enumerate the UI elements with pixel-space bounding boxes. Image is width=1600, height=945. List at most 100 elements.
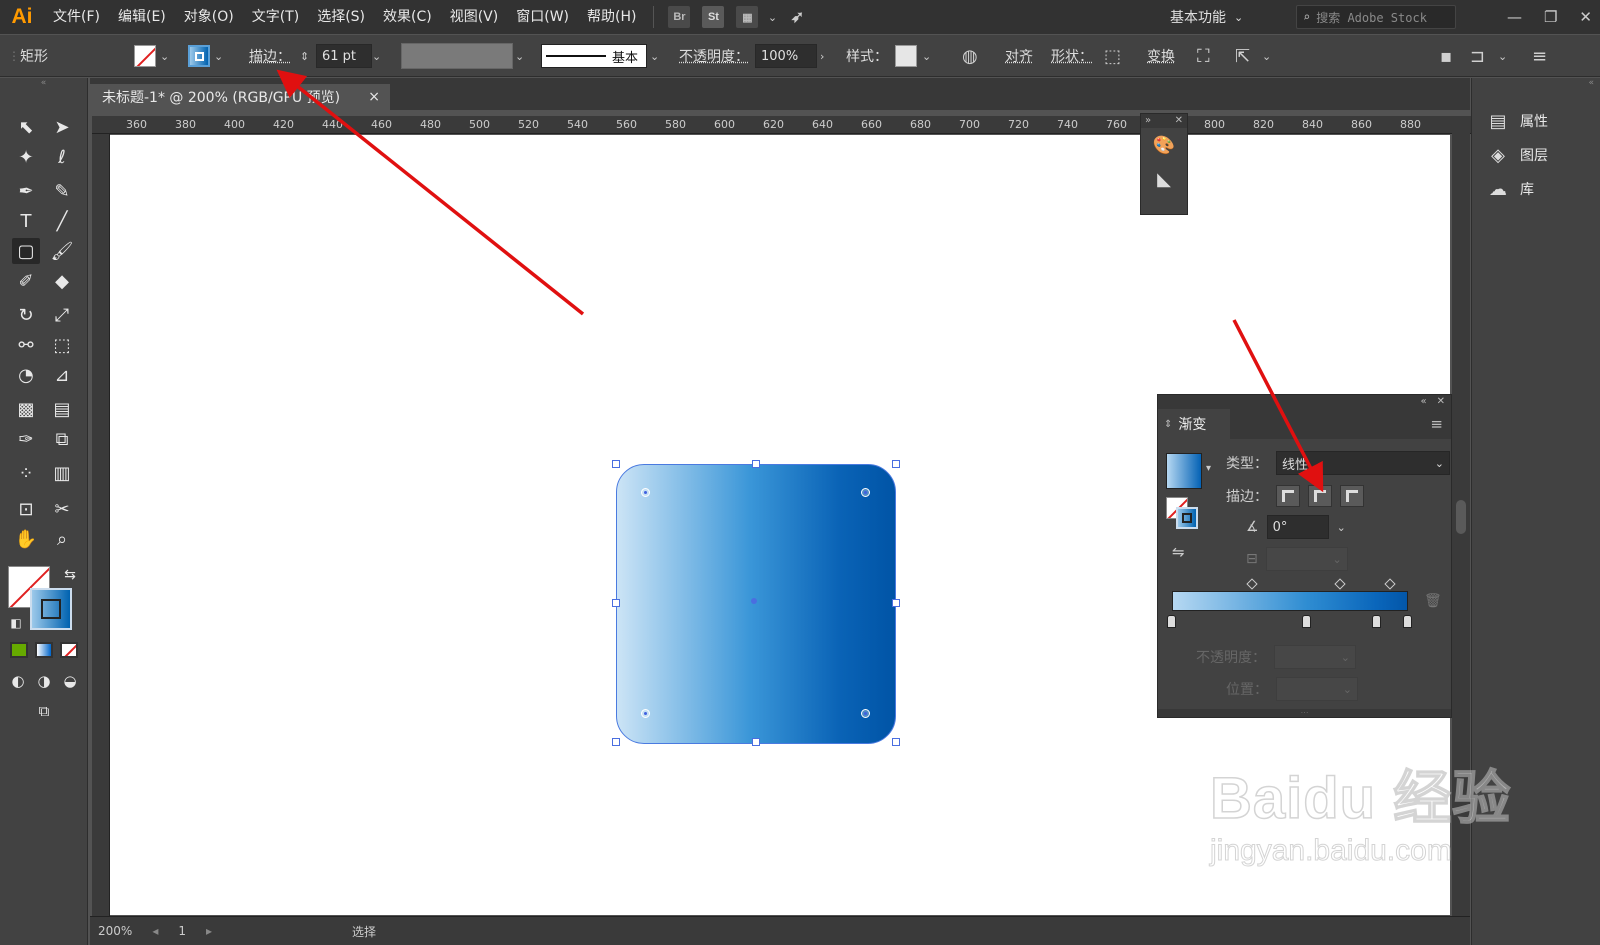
variable-width-profile[interactable]	[401, 35, 513, 77]
column-graph-icon[interactable]: ▥	[48, 460, 76, 486]
chevron-down-icon[interactable]: ⌄	[160, 35, 176, 77]
transform-link[interactable]: 变换	[1147, 35, 1175, 77]
curvature-tool-icon[interactable]: ✎	[48, 178, 76, 204]
vertical-scrollbar[interactable]	[1452, 116, 1470, 916]
collapse-icon[interactable]: «	[1420, 395, 1426, 409]
stroke-label-link[interactable]: 描边：	[249, 35, 291, 77]
scale-tool-icon[interactable]: ⤢	[48, 302, 76, 328]
direct-selection-tool-icon[interactable]: ➤	[48, 114, 76, 140]
rectangle-tool-icon[interactable]: ▢	[12, 238, 40, 264]
stroke-gradient-along-icon[interactable]	[1308, 485, 1332, 507]
menu-file[interactable]: 文件(F)	[44, 0, 109, 34]
swap-colors-icon[interactable]: ⇆	[56, 562, 84, 588]
chevron-down-icon[interactable]: ⌄	[1337, 521, 1346, 534]
bounding-box-handle[interactable]	[752, 738, 760, 746]
expand-icon[interactable]: »	[1145, 114, 1151, 128]
gradient-panel-icon[interactable]: ◣	[1141, 162, 1187, 196]
gpu-performance-icon[interactable]: ➶	[786, 6, 808, 28]
default-colors-icon[interactable]: ◧	[2, 610, 30, 636]
artboard-nav-icon[interactable]: ◂	[152, 924, 158, 938]
chevron-down-icon[interactable]: ⌄	[1262, 35, 1278, 77]
menu-help[interactable]: 帮助(H)	[578, 0, 645, 34]
chevron-down-icon[interactable]: ⌄	[922, 35, 938, 77]
hand-tool-icon[interactable]: ✋	[12, 526, 40, 552]
screen-mode-icon[interactable]: ⧉	[30, 698, 58, 724]
draw-inside-icon[interactable]: ◒	[56, 668, 84, 694]
angle-field[interactable]: 0°	[1266, 515, 1329, 539]
color-mode-icon[interactable]	[10, 642, 28, 658]
gradient-stop[interactable]	[1301, 615, 1311, 628]
bounding-box-handle[interactable]	[612, 599, 620, 607]
chevron-down-icon[interactable]: ⌄	[764, 11, 780, 24]
none-mode-icon[interactable]	[60, 642, 78, 658]
color-palette-icon[interactable]: 🎨	[1141, 128, 1187, 162]
document-tab[interactable]: 未标题-1* @ 200% (RGB/GPU 预览) ×	[90, 84, 390, 110]
fill-swatch[interactable]	[134, 35, 156, 77]
shape-builder-icon[interactable]: ◔	[12, 362, 40, 388]
panel-collapse-icon[interactable]: «	[0, 78, 87, 88]
reverse-gradient-icon[interactable]: ⇋	[1172, 543, 1185, 561]
stroke-gradient-swatch[interactable]	[1176, 507, 1198, 529]
gradient-stop[interactable]	[1372, 615, 1382, 628]
shape-link[interactable]: 形状：	[1051, 35, 1093, 77]
opacity-label-link[interactable]: 不透明度：	[679, 35, 749, 77]
chevron-down-icon[interactable]: ⌄	[1498, 35, 1514, 77]
blend-tool-icon[interactable]: ⧉	[48, 426, 76, 452]
menu-select[interactable]: 选择(S)	[308, 0, 374, 34]
menu-window[interactable]: 窗口(W)	[507, 0, 578, 34]
toolbar-mode-icon[interactable]: ⊐	[1470, 35, 1485, 77]
stroke-weight-field[interactable]: 61 pt	[316, 35, 372, 77]
chevron-down-icon[interactable]: ⌄	[650, 35, 666, 77]
gradient-mode-icon[interactable]	[35, 642, 53, 658]
mesh-tool-icon[interactable]: ▩	[12, 396, 40, 422]
close-icon[interactable]: ✕	[1579, 8, 1592, 26]
artboard-tool-icon[interactable]: ⊡	[12, 496, 40, 522]
slice-tool-icon[interactable]: ✂	[48, 496, 76, 522]
gradient-midpoint[interactable]	[1334, 578, 1346, 590]
gradient-stop[interactable]	[1403, 615, 1412, 628]
corner-widget[interactable]	[861, 488, 870, 497]
zoom-tool-icon[interactable]: ⌕	[48, 526, 76, 552]
close-icon[interactable]: ×	[368, 89, 380, 105]
menu-type[interactable]: 文字(T)	[243, 0, 308, 34]
graphic-style-swatch[interactable]	[895, 35, 917, 77]
eyedropper-icon[interactable]: ✑	[12, 426, 40, 452]
stock-button[interactable]: St	[702, 6, 725, 28]
magic-wand-icon[interactable]: ✦	[12, 144, 40, 170]
arrange-icon[interactable]: ▪	[1440, 35, 1452, 77]
shaper-tool-icon[interactable]: ✐	[12, 268, 40, 294]
type-tool-icon[interactable]: T	[12, 208, 40, 234]
panel-menu-icon[interactable]: ≡	[1532, 35, 1547, 77]
gradient-midpoint[interactable]	[1246, 578, 1258, 590]
align-link[interactable]: 对齐	[1005, 35, 1033, 77]
gradient-rounded-rectangle[interactable]	[616, 464, 896, 744]
gradient-slider[interactable]	[1172, 591, 1408, 611]
draw-normal-icon[interactable]: ◐	[4, 668, 32, 694]
dock-item-layers[interactable]: ◈ 图层	[1472, 138, 1600, 172]
menu-object[interactable]: 对象(O)	[175, 0, 243, 34]
stepper-icon[interactable]: ⇕	[300, 35, 316, 77]
corner-widget[interactable]	[641, 709, 650, 718]
gradient-preview-swatch[interactable]	[1166, 453, 1202, 489]
stock-search-input[interactable]: ⌕ 搜索 Adobe Stock	[1296, 5, 1456, 29]
draw-behind-icon[interactable]: ◑	[30, 668, 58, 694]
bounding-box-handle[interactable]	[612, 460, 620, 468]
selection-tool-icon[interactable]: ⬉	[12, 114, 40, 140]
symbol-sprayer-icon[interactable]: ⁘	[12, 460, 40, 486]
stroke-gradient-within-icon[interactable]	[1276, 485, 1300, 507]
panel-resize-grip[interactable]: ⋯	[1158, 709, 1451, 717]
free-transform-icon[interactable]: ⬚	[48, 332, 76, 358]
gradient-tool-icon[interactable]: ▤	[48, 396, 76, 422]
menu-view[interactable]: 视图(V)	[441, 0, 508, 34]
menu-effect[interactable]: 效果(C)	[374, 0, 441, 34]
stroke-gradient-across-icon[interactable]	[1340, 485, 1364, 507]
width-tool-icon[interactable]: ⚯	[12, 332, 40, 358]
dock-item-libraries[interactable]: ☁ 库	[1472, 172, 1600, 206]
stroke-color-box[interactable]	[30, 588, 72, 630]
chevron-right-icon[interactable]: ›	[820, 35, 836, 77]
isolate-icon[interactable]: ⛶	[1197, 35, 1210, 77]
close-icon[interactable]: ✕	[1175, 114, 1183, 128]
close-icon[interactable]: ✕	[1437, 395, 1445, 409]
shape-properties-icon[interactable]: ⬚	[1104, 35, 1121, 77]
pen-tool-icon[interactable]: ✒	[12, 178, 40, 204]
